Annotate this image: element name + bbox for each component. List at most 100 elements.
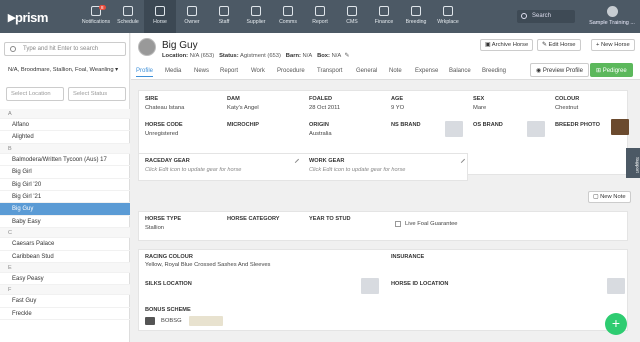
support-tab[interactable]: Support [626,148,640,178]
search-button[interactable]: Search [517,10,575,23]
tab-breeding[interactable]: Breeding [482,68,506,74]
age-value: 9 YO [391,105,405,111]
list-section-header: A [0,109,130,119]
new-note-button[interactable]: ▢ New Note [588,191,631,203]
horse-code-value: Unregistered [145,131,179,137]
tab-report[interactable]: Report [220,68,238,74]
stud-card: HORSE TYPE Stallion HORSE CATEGORY YEAR … [138,211,628,241]
sex-value: Mare [473,105,487,111]
archive-horse-button[interactable]: ▣ Archive Horse [480,39,534,51]
schedule-icon [123,6,133,16]
breeding-icon [411,6,421,16]
nav-finance[interactable]: Finance [368,0,400,33]
supplier-icon [251,6,261,16]
horse-type-filter[interactable]: N/A, Broodmare, Stallion, Foal, Weanling… [8,67,128,73]
nav-notifications[interactable]: Notifications 8 [80,0,112,33]
dam-value: Katy's Angel [227,105,259,111]
preview-profile-button[interactable]: ◉ Preview Profile [530,63,589,77]
horse-list-item[interactable]: Caesars Palace [0,238,130,251]
tab-news[interactable]: News [194,68,209,74]
tab-procedure[interactable]: Procedure [277,68,305,74]
bonus-scheme-value: BOBSG [161,318,182,324]
horse-list-item[interactable]: Balmodera/Written Tycoon (Aus) 17 [0,154,130,167]
search-icon [521,13,527,19]
horse-list-item[interactable]: Fast Guy [0,295,130,308]
edit-horse-button[interactable]: ✎ Edit Horse [537,39,581,51]
user-menu[interactable]: Sample Training ... [584,0,640,33]
new-horse-button[interactable]: + New Horse [591,39,635,51]
tab-work[interactable]: Work [251,68,265,74]
staff-icon [219,6,229,16]
nav-supplier[interactable]: Supplier [240,0,272,33]
live-foal-checkbox[interactable] [395,221,401,227]
location-select[interactable]: Select Location [6,87,64,101]
racing-colour-value: Yellow, Royal Blue Crossed Sashes And Sl… [145,262,271,268]
search-icon [10,46,16,52]
edit-meta-icon[interactable]: ✎ [344,53,349,59]
horse-profile: Big Guy Location: N/A (653) Status: Agis… [131,33,640,342]
horse-list-item[interactable]: Big Girl [0,166,130,179]
report-icon [315,6,325,16]
nav-staff[interactable]: Staff [208,0,240,33]
colour-value: Chestnut [555,105,579,111]
os-brand-image[interactable] [527,121,545,137]
horse-list: A Alfano Alighted B Balmodera/Written Tycoon… [0,109,130,321]
nav-wrkplace[interactable]: Wrkplace [432,0,464,33]
nav-breeding[interactable]: Breeding [400,0,432,33]
search-input[interactable]: Type and hit Enter to search [4,42,126,56]
notification-badge: 8 [99,5,106,10]
horse-list-sidebar: Type and hit Enter to search N/A, Broodm… [0,33,130,342]
horse-list-item[interactable]: Freckle [0,308,130,321]
breedr-photo[interactable] [611,119,629,135]
wrkplace-icon [443,6,453,16]
add-fab-button[interactable]: + [605,313,627,335]
list-section-header: B [0,143,130,154]
nav-report[interactable]: Report [304,0,336,33]
list-section-header: F [0,285,130,296]
silks-image[interactable] [361,278,379,294]
tab-expense[interactable]: Expense [415,68,438,74]
horse-type-value: Stallion [145,225,165,231]
tab-balance[interactable]: Balance [449,68,471,74]
nav-schedule[interactable]: Schedule [112,0,144,33]
sire-value: Chateau Istana [145,105,185,111]
tab-profile[interactable]: Profile [136,68,154,77]
status-select[interactable]: Select Status [68,87,126,101]
horse-meta: Location: N/A (653) Status: Agistment (6… [162,53,350,59]
finance-icon [379,6,389,16]
racing-card: RACING COLOUR Yellow, Royal Blue Crossed… [138,249,628,331]
horse-id-image[interactable] [607,278,625,294]
horse-list-item[interactable]: Caribbean Stud [0,251,130,263]
horse-list-item[interactable]: Alighted [0,131,130,144]
nav-owner[interactable]: Owner [176,0,208,33]
pedigree-button[interactable]: ⊞ Pedigree [590,63,633,77]
tab-transport[interactable]: Transport [317,68,342,74]
horse-avatar [138,38,156,56]
nav-cms[interactable]: CMS [336,0,368,33]
horse-icon [155,6,165,16]
horse-list-item[interactable]: Big Girl '20 [0,179,130,191]
comms-icon [283,6,293,16]
gear-card: RACEDAY GEAR Click Edit icon to update g… [138,153,468,181]
prism-logo[interactable]: ▸prism [8,8,48,26]
karaka-logo [189,316,223,326]
tab-general[interactable]: General [356,68,377,74]
horse-list-item[interactable]: Baby Easy [0,216,130,229]
horse-list-item[interactable]: Alfano [0,119,130,132]
edit-raceday-gear-icon[interactable] [291,155,300,164]
tab-media[interactable]: Media [165,68,181,74]
horse-list-item[interactable]: Big Girl '21 [0,191,130,204]
tab-note[interactable]: Note [389,68,402,74]
horse-name: Big Guy [162,40,198,51]
owner-icon [187,6,197,16]
nav-comms[interactable]: Comms [272,0,304,33]
nav-horse[interactable]: Horse [144,0,176,33]
origin-value: Australia [309,131,332,137]
edit-work-gear-icon[interactable] [457,155,466,164]
bonus-logo [145,317,155,325]
horse-list-item[interactable]: Big Guy [0,203,130,216]
avatar-icon [606,6,618,17]
list-section-header: E [0,262,130,273]
ns-brand-image[interactable] [445,121,463,137]
horse-list-item[interactable]: Easy Peasy [0,273,130,286]
